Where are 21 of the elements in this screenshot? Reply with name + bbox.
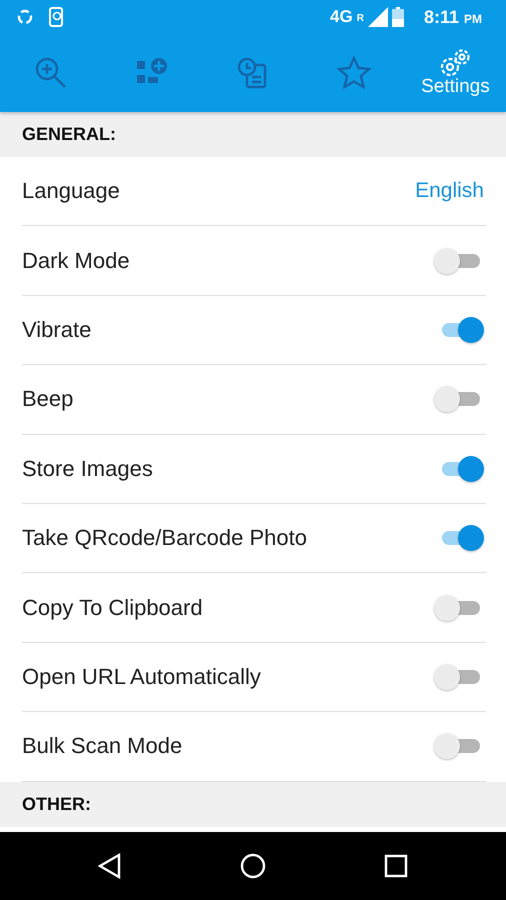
setting-label: Vibrate	[22, 316, 92, 343]
battery-icon	[392, 7, 404, 27]
setting-label: Dark Mode	[22, 248, 130, 274]
section-header: OTHER:	[0, 782, 506, 827]
setting-value[interactable]: English	[415, 179, 484, 204]
phone-icon	[48, 7, 64, 27]
section-header: GENERAL:	[0, 112, 506, 157]
setting-label: Bulk Scan Mode	[22, 733, 182, 760]
setting-label: Beep	[22, 386, 74, 412]
setting-label: Open URL Automatically	[22, 664, 261, 690]
setting-label: Copy To Clipboard	[22, 594, 203, 621]
signal-icon	[368, 7, 388, 27]
setting-label: Store Images	[22, 456, 153, 482]
sync-icon	[16, 8, 34, 26]
network-type: 4G	[330, 7, 353, 27]
settings-tab[interactable]: Settings	[404, 34, 506, 112]
roaming-indicator: R	[356, 12, 364, 24]
setting-label: Take QRcode/Barcode Photo	[22, 525, 307, 552]
setting-label: Language	[22, 178, 120, 204]
star-icon	[336, 55, 372, 91]
clock: 8:11 PM	[424, 6, 482, 28]
